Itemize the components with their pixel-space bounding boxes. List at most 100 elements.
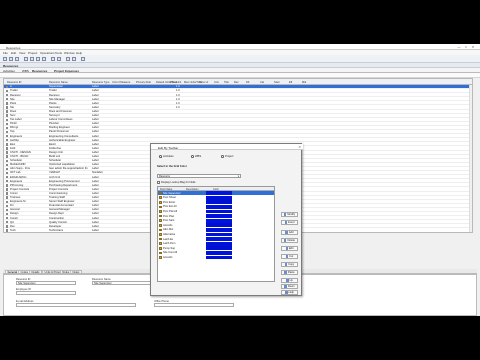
list-item[interactable]: Proc Plan bbox=[158, 214, 274, 218]
option-project-radio[interactable] bbox=[221, 155, 224, 158]
list-item[interactable]: Adm Mst bbox=[158, 227, 274, 232]
row-checkbox[interactable] bbox=[6, 85, 9, 89]
cut-icon[interactable] bbox=[30, 56, 34, 61]
list-item[interactable]: Proc Plat All bbox=[158, 209, 274, 214]
color-swatch[interactable] bbox=[206, 223, 232, 228]
color-swatch[interactable] bbox=[206, 255, 232, 260]
field-dropdown[interactable]: Resource ▾ bbox=[157, 174, 241, 179]
row-checkbox[interactable] bbox=[6, 221, 9, 224]
color-swatch[interactable] bbox=[206, 218, 232, 223]
color-swatch[interactable] bbox=[206, 232, 232, 237]
row-checkbox[interactable] bbox=[6, 225, 9, 228]
row-checkbox[interactable] bbox=[6, 155, 9, 158]
new-icon[interactable] bbox=[3, 56, 7, 61]
row-checkbox[interactable] bbox=[6, 139, 9, 142]
row-checkbox[interactable] bbox=[6, 175, 9, 179]
option-activities-radio[interactable] bbox=[159, 155, 162, 158]
color-swatch[interactable] bbox=[206, 191, 232, 195]
cut-button[interactable]: Cut bbox=[281, 254, 298, 259]
copy-icon[interactable] bbox=[36, 56, 40, 61]
grid-column-header[interactable]: Start bbox=[274, 81, 279, 84]
dialog-close-icon[interactable]: ✕ bbox=[298, 145, 301, 149]
row-checkbox[interactable] bbox=[6, 212, 9, 216]
grid-column-header[interactable]: Primary Role bbox=[136, 81, 151, 84]
undo-icon[interactable] bbox=[51, 56, 55, 61]
row-checkbox[interactable] bbox=[6, 110, 9, 113]
color-swatch[interactable] bbox=[206, 237, 232, 241]
list-item[interactable]: Site Cont All bbox=[158, 250, 274, 255]
close-button[interactable]: ✕ bbox=[470, 45, 476, 49]
grid-column-header[interactable]: Unit of Measure bbox=[112, 81, 130, 84]
list-item[interactable]: Proc Enter bbox=[158, 200, 274, 205]
grid-column-header[interactable]: Rec bbox=[234, 81, 239, 84]
find-icon[interactable] bbox=[66, 56, 70, 61]
row-checkbox[interactable] bbox=[6, 216, 9, 220]
display-lookup-checkbox[interactable] bbox=[157, 181, 160, 184]
maximize-button[interactable]: □ bbox=[463, 45, 469, 49]
redo-icon[interactable] bbox=[57, 56, 61, 61]
help-button[interactable]: Help bbox=[281, 290, 298, 295]
resource-name-field[interactable]: Site Supervisor bbox=[92, 281, 152, 285]
edit-button[interactable]: Edit bbox=[281, 246, 298, 251]
grid-column-header[interactable]: Eff bbox=[289, 81, 292, 84]
row-checkbox[interactable] bbox=[6, 159, 9, 162]
layout-icon[interactable] bbox=[81, 56, 85, 61]
grid-column-header[interactable]: Resource ID bbox=[7, 81, 21, 84]
row-checkbox[interactable] bbox=[6, 106, 9, 109]
row-checkbox[interactable] bbox=[6, 180, 9, 183]
row-checkbox[interactable] bbox=[6, 200, 9, 203]
paste-icon[interactable] bbox=[42, 56, 46, 61]
resource-id-field[interactable]: Site Supervisor bbox=[16, 281, 76, 285]
delete-button[interactable]: Delete bbox=[281, 238, 298, 243]
color-swatch[interactable] bbox=[206, 246, 232, 251]
list-item[interactable]: Proc Sant bbox=[158, 218, 274, 223]
list-item[interactable]: Latch Pum bbox=[158, 241, 274, 246]
option-wbs-radio[interactable] bbox=[191, 155, 194, 158]
modify-button[interactable]: Modify bbox=[281, 212, 298, 217]
row-checkbox[interactable] bbox=[6, 134, 9, 138]
up-button[interactable]: Up bbox=[281, 278, 298, 283]
list-item[interactable]: Proc Sheet bbox=[158, 195, 274, 200]
row-checkbox[interactable] bbox=[6, 122, 9, 126]
minimize-button[interactable]: — bbox=[456, 45, 462, 49]
grid-column-header[interactable]: Dft bbox=[246, 81, 249, 84]
color-table[interactable]: Field Value Description Color Site Super… bbox=[157, 186, 275, 282]
row-checkbox[interactable] bbox=[6, 184, 9, 187]
color-swatch[interactable] bbox=[206, 250, 232, 255]
office-phone-field[interactable] bbox=[154, 303, 234, 307]
row-checkbox[interactable] bbox=[6, 143, 9, 146]
row-checkbox[interactable] bbox=[6, 130, 9, 134]
paste-button[interactable]: Paste bbox=[281, 270, 298, 275]
row-checkbox[interactable] bbox=[6, 192, 9, 195]
color-swatch[interactable] bbox=[206, 200, 232, 205]
row-checkbox[interactable] bbox=[6, 126, 9, 130]
row-checkbox[interactable] bbox=[6, 196, 9, 199]
list-item[interactable]: Pump Sup bbox=[158, 246, 274, 251]
employee-id-field[interactable] bbox=[16, 291, 76, 295]
row-checkbox[interactable] bbox=[6, 208, 9, 212]
color-swatch[interactable] bbox=[206, 227, 232, 232]
row-checkbox[interactable] bbox=[6, 89, 9, 93]
open-icon[interactable] bbox=[9, 56, 13, 61]
row-checkbox[interactable] bbox=[6, 163, 9, 167]
color-swatch[interactable] bbox=[206, 241, 232, 246]
insert-button[interactable]: Insert bbox=[281, 220, 298, 225]
grid-column-header[interactable]: Unit bbox=[214, 81, 219, 84]
grid-column-header[interactable]: Cal bbox=[260, 81, 264, 84]
grid-column-header[interactable]: Price/Unit bbox=[170, 81, 181, 84]
list-item[interactable]: Latch Ex bbox=[158, 237, 274, 241]
color-swatch[interactable] bbox=[206, 195, 232, 200]
row-checkbox[interactable] bbox=[6, 114, 9, 117]
color-swatch[interactable] bbox=[206, 209, 232, 214]
color-swatch[interactable] bbox=[206, 214, 232, 218]
row-checkbox[interactable] bbox=[6, 118, 9, 121]
filter-icon[interactable] bbox=[72, 56, 76, 61]
row-checkbox[interactable] bbox=[6, 204, 9, 208]
grid-scrollbar[interactable] bbox=[469, 85, 472, 232]
row-checkbox[interactable] bbox=[6, 93, 9, 97]
add-button[interactable]: Add bbox=[281, 230, 298, 235]
grid-column-header[interactable]: Price Ur bbox=[199, 81, 208, 84]
print-icon[interactable] bbox=[24, 56, 28, 61]
save-icon[interactable] bbox=[15, 56, 19, 61]
color-swatch[interactable] bbox=[206, 204, 232, 209]
